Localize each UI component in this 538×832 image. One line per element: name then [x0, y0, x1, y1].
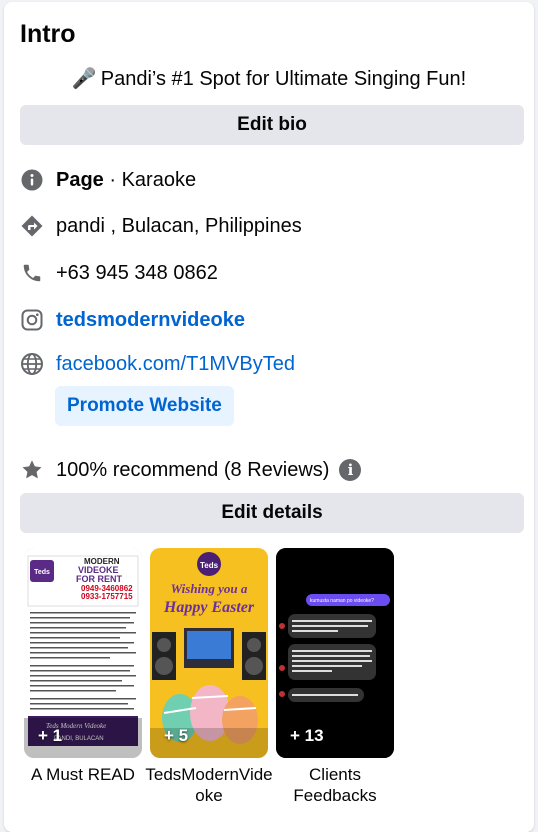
instagram-row[interactable]: tedsmodernvideoke: [20, 305, 245, 335]
poster-line-3: FOR RENT: [76, 574, 123, 584]
highlight-1-label[interactable]: A Must READ: [18, 764, 148, 785]
chat-message-1: kumusta naman po videoke?: [310, 598, 374, 604]
info-circle-icon: [20, 168, 44, 192]
website-row[interactable]: facebook.com/T1MVByTed: [20, 349, 295, 379]
bio-text: Pandi’s #1 Spot for Ultimate Singing Fun…: [100, 68, 467, 90]
location-row: pandi , Bulacan, Philippines: [20, 211, 302, 241]
featured-highlight-3[interactable]: kumusta naman po videoke? + 13: [276, 548, 394, 758]
poster-line-5: 0933-1757715: [81, 592, 133, 601]
location-text: pandi , Bulacan, Philippines: [56, 214, 302, 237]
recommend-info-icon[interactable]: i: [339, 459, 362, 481]
phone-icon: [20, 261, 44, 285]
highlight-2-count: + 5: [164, 726, 189, 745]
page-category: Karaoke: [121, 168, 197, 191]
highlight-3-count: + 13: [290, 726, 324, 745]
edit-details-button[interactable]: Edit details: [20, 493, 524, 533]
star-icon: [20, 458, 44, 482]
phone-number: +63 945 348 0862: [56, 261, 218, 284]
website-link[interactable]: facebook.com/T1MVByTed: [56, 353, 295, 376]
edit-bio-button[interactable]: Edit bio: [20, 105, 524, 145]
intro-card: Intro 🎤 Pandi’s #1 Spot for Ultimate Sing…: [4, 2, 534, 832]
featured-highlight-1[interactable]: Teds MODERN VIDEOKE FOR RENT 0949-346086…: [24, 548, 142, 758]
page-category-row: Page · Karaoke: [20, 165, 196, 195]
highlight-1-count: + 1: [38, 726, 63, 745]
highlight-2-label[interactable]: TedsModernVideoke: [144, 764, 274, 806]
page-type-separator: ·: [103, 168, 122, 191]
svg-text:Teds: Teds: [200, 561, 219, 570]
globe-icon: [20, 352, 44, 376]
recommend-row: 100% recommend (8 Reviews) i: [20, 455, 362, 485]
instagram-icon: [20, 308, 44, 332]
featured-highlight-2[interactable]: Teds Wishing you a Happy Easter + 5: [150, 548, 268, 758]
instagram-link[interactable]: tedsmodernvideoke: [56, 309, 245, 332]
intro-title: Intro: [20, 20, 76, 48]
recommend-text: 100% recommend (8 Reviews): [56, 458, 330, 481]
easter-line-1: Wishing you a: [171, 581, 248, 596]
promote-website-button[interactable]: Promote Website: [55, 386, 234, 426]
svg-text:Teds: Teds: [34, 569, 50, 576]
microphone-icon: 🎤: [71, 68, 97, 90]
easter-line-2: Happy Easter: [163, 599, 255, 616]
phone-row: +63 945 348 0862: [20, 258, 218, 288]
directions-icon: [20, 214, 44, 238]
page-bio: 🎤 Pandi’s #1 Spot for Ultimate Singing Fu…: [4, 66, 534, 91]
highlight-3-label[interactable]: Clients Feedbacks: [270, 764, 400, 806]
page-type-label: Page: [56, 168, 104, 191]
